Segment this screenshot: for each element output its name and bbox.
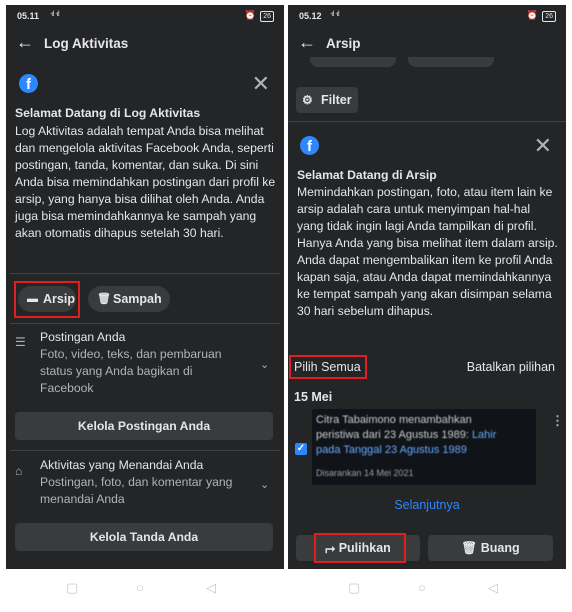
divider — [10, 323, 280, 324]
posts-row-subtitle: Foto, video, teks, dan pembaruan status … — [40, 347, 222, 395]
activity-log-screen: 05.11 ᐧıl ᐧıl ⏰ 26 ← Log Aktivitas f ✕ S… — [6, 5, 284, 607]
back-icon[interactable]: ◁ — [488, 580, 498, 596]
tags-row-title: Aktivitas yang Menandai Anda — [40, 458, 204, 472]
alarm-icon: ⏰ — [244, 10, 256, 20]
welcome-title: Selamat Datang di Arsip — [297, 168, 437, 182]
filter-label: Filter — [321, 93, 352, 107]
close-icon[interactable]: ✕ — [534, 135, 552, 157]
more-options-icon[interactable]: ⋮ — [551, 413, 564, 429]
sliders-icon: ⚙ — [302, 93, 313, 107]
welcome-title: Selamat Datang di Log Aktivitas — [15, 106, 201, 120]
signal-icon: ᐧıl ᐧıl — [50, 11, 60, 18]
archive-screen: 05.12 ᐧıl ᐧıl ⏰ 26 ← Arsip ⚙ Filter f ✕ … — [288, 5, 566, 607]
post-link: Lahir — [471, 429, 497, 441]
home-icon[interactable]: ○ — [418, 580, 426, 595]
chip-partial[interactable] — [310, 57, 396, 67]
trash-icon: 🗑 — [97, 293, 111, 305]
delete-button[interactable]: 🗑 Buang — [428, 535, 553, 561]
page-title: Log Aktivitas — [44, 36, 129, 51]
app-bar: ← Log Aktivitas — [6, 27, 284, 61]
item-checkbox[interactable]: ✓ — [295, 443, 307, 455]
back-arrow-icon[interactable]: ← — [16, 32, 34, 53]
status-icons: ⏰ 26 — [244, 10, 274, 22]
recent-apps-icon[interactable]: ▢ — [348, 580, 360, 596]
android-nav-bar: ▢ ○ ◁ — [288, 569, 566, 607]
back-arrow-icon[interactable]: ← — [298, 32, 316, 53]
welcome-card: f ✕ Selamat Datang di Log Aktivitas Log … — [10, 65, 280, 269]
posts-row-title: Postingan Anda — [40, 330, 126, 344]
status-time: 05.11 — [17, 11, 40, 21]
post-line-1: Citra Tabaimono menambahkan — [316, 414, 472, 426]
status-bar: 05.12 ᐧıl ᐧıl ⏰ 26 — [288, 5, 566, 27]
divider — [10, 450, 280, 451]
status-bar: 05.11 ᐧıl ᐧıl ⏰ 26 — [6, 5, 284, 27]
status-icons: ⏰ 26 — [526, 10, 556, 22]
recent-apps-icon[interactable]: ▢ — [66, 580, 78, 596]
highlight-box — [289, 355, 367, 379]
manage-posts-button[interactable]: Kelola Postingan Anda — [15, 412, 273, 440]
chevron-down-icon[interactable]: ⌄ — [260, 478, 269, 491]
trash-icon: 🗑 — [461, 541, 478, 555]
alarm-icon: ⏰ — [526, 10, 538, 20]
post-meta: Disarankan 14 Mei 2021 — [316, 468, 414, 478]
back-icon[interactable]: ◁ — [206, 580, 216, 596]
divider — [288, 121, 566, 122]
close-icon[interactable]: ✕ — [252, 73, 270, 95]
chip-partial[interactable] — [408, 57, 494, 67]
facebook-logo-icon: f — [19, 74, 38, 93]
page-title: Arsip — [326, 36, 361, 51]
welcome-card: f ✕ Selamat Datang di Arsip Memindahkan … — [292, 127, 562, 347]
battery-icon: 26 — [260, 11, 274, 22]
highlight-box — [314, 533, 406, 563]
post-line-3: pada Tanggal 23 Agustus 1989 — [316, 444, 467, 456]
tags-row-subtitle: Postingan, foto, dan komentar yang menan… — [40, 475, 233, 506]
filter-button[interactable]: ⚙ Filter — [296, 87, 358, 113]
cancel-selection-link[interactable]: Batalkan pilihan — [467, 360, 555, 374]
battery-icon: 26 — [542, 11, 556, 22]
archived-post-thumbnail[interactable]: Citra Tabaimono menambahkan peristiwa da… — [312, 409, 536, 485]
divider — [10, 273, 280, 274]
highlight-box — [14, 281, 80, 318]
posts-icon: ☰ — [15, 335, 26, 349]
tag-icon: ⌂ — [15, 464, 23, 478]
trash-button[interactable]: 🗑 Sampah — [88, 286, 170, 312]
android-nav-bar: ▢ ○ ◁ — [6, 569, 284, 607]
date-header: 15 Mei — [294, 390, 333, 404]
trash-label: Sampah — [113, 292, 162, 306]
manage-tags-button[interactable]: Kelola Tanda Anda — [15, 523, 273, 551]
status-time: 05.12 — [299, 11, 322, 21]
chevron-down-icon[interactable]: ⌄ — [260, 358, 269, 371]
signal-icon: ᐧıl ᐧıl — [330, 11, 340, 18]
home-icon[interactable]: ○ — [136, 580, 144, 595]
next-link[interactable]: Selanjutnya — [288, 498, 566, 512]
app-bar: ← Arsip — [288, 27, 566, 61]
post-line-2: peristiwa dari 23 Agustus 1989: — [316, 429, 472, 441]
facebook-logo-icon: f — [300, 136, 319, 155]
welcome-body: Log Aktivitas adalah tempat Anda bisa me… — [15, 124, 276, 240]
post-text: Citra Tabaimono menambahkan peristiwa da… — [316, 413, 496, 458]
delete-label: Buang — [480, 541, 520, 555]
welcome-body: Memindahkan postingan, foto, atau item l… — [297, 185, 558, 318]
